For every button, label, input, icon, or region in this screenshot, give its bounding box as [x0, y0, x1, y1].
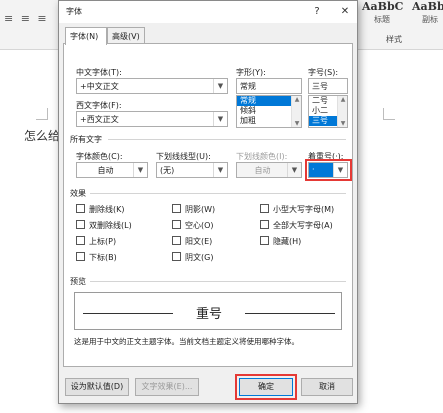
scroll-down-icon[interactable]: ▼ [338, 120, 347, 127]
font-dialog: 字体 ? ✕ 字体(N) 高级(V) 中文字体(T): +中文正文 ▼ 西文字体… [58, 0, 358, 404]
font-size-input[interactable]: 三号 [308, 78, 348, 94]
close-button[interactable]: ✕ [337, 4, 353, 19]
superscript-checkbox[interactable]: 上标(P) [76, 236, 116, 247]
ok-highlight [235, 374, 297, 400]
style-label-heading: 标题 [374, 15, 390, 24]
scroll-up-icon[interactable]: ▲ [292, 96, 301, 103]
set-default-button[interactable]: 设为默认值(D) [65, 378, 129, 396]
underline-style-label: 下划线线型(U): [156, 152, 211, 161]
strikethrough-checkbox[interactable]: 删除线(K) [76, 204, 125, 215]
font-style-input[interactable]: 常规 [236, 78, 302, 94]
cancel-button[interactable]: 取消 [301, 378, 353, 396]
ribbon-group-styles-label: 样式 [386, 35, 402, 44]
font-size-scrollbar[interactable]: ▲ ▼ [337, 96, 347, 127]
chevron-down-icon[interactable]: ▼ [213, 163, 227, 177]
font-style-label: 字形(Y): [236, 68, 266, 77]
style-sample-heading[interactable]: AaBbC [362, 0, 403, 13]
small-caps-checkbox[interactable]: 小型大写字母(M) [260, 204, 334, 215]
underline-color-value: 自动 [254, 166, 271, 175]
western-font-value: +西文正文 [80, 115, 119, 124]
font-style-scrollbar[interactable]: ▲ ▼ [291, 96, 301, 127]
font-style-list[interactable]: 常规 倾斜 加粗 ▲ ▼ [236, 95, 302, 128]
all-text-section-label: 所有文字 [70, 135, 102, 144]
font-style-value: 常规 [240, 82, 256, 91]
double-strikethrough-checkbox[interactable]: 双删除线(L) [76, 220, 132, 231]
font-size-label: 字号(S): [308, 68, 339, 77]
chevron-down-icon[interactable]: ▼ [133, 163, 147, 177]
chevron-down-icon[interactable]: ▼ [213, 112, 227, 126]
style-label-subtitle: 副标 [422, 15, 438, 24]
margin-mark-right [383, 108, 395, 120]
outline-checkbox[interactable]: 空心(O) [172, 220, 214, 231]
style-gallery[interactable]: AaBbC AaBb 标题 副标 [362, 0, 443, 40]
western-font-label: 西文字体(F): [76, 101, 122, 110]
preview-description: 这是用于中文的正文主题字体。当前文档主题定义将使用哪种字体。 [74, 337, 299, 346]
engrave-checkbox[interactable]: 阴文(G) [172, 252, 213, 263]
font-tab-panel: 中文字体(T): +中文正文 ▼ 西文字体(F): +西文正文 ▼ 字形(Y):… [63, 43, 353, 367]
effects-section-label: 效果 [70, 189, 86, 198]
chinese-font-label: 中文字体(T): [76, 68, 122, 77]
font-size-value: 三号 [312, 82, 328, 91]
style-sample-subtitle[interactable]: AaBb [412, 0, 443, 13]
underline-color-label: 下划线颜色(I): [236, 152, 288, 161]
western-font-combo[interactable]: +西文正文 ▼ [76, 111, 228, 127]
preview-section-label: 预览 [70, 277, 86, 286]
section-divider [90, 193, 346, 194]
document-text: 怎么给 [24, 129, 61, 143]
text-effects-button[interactable]: 文字效果(E)... [135, 378, 199, 396]
scroll-down-icon[interactable]: ▼ [292, 120, 301, 127]
emboss-checkbox[interactable]: 阳文(E) [172, 236, 212, 247]
preview-box: 重号 [74, 292, 342, 330]
underline-color-combo[interactable]: 自动 ▼ [236, 162, 302, 178]
font-color-value: 自动 [97, 166, 114, 175]
section-divider [90, 281, 346, 282]
margin-mark-left [36, 108, 48, 120]
dialog-title-bar[interactable]: 字体 ? ✕ [59, 1, 357, 23]
tab-advanced[interactable]: 高级(V) [107, 27, 145, 44]
section-divider [108, 139, 346, 140]
underline-style-value: (无) [160, 166, 175, 175]
chinese-font-combo[interactable]: +中文正文 ▼ [76, 78, 228, 94]
subscript-checkbox[interactable]: 下标(B) [76, 252, 117, 263]
underline-style-combo[interactable]: (无) ▼ [156, 162, 228, 178]
preview-sample-text: 重号 [195, 307, 222, 322]
shadow-checkbox[interactable]: 阴影(W) [172, 204, 215, 215]
chevron-down-icon[interactable]: ▼ [213, 79, 227, 93]
dialog-title: 字体 [66, 7, 82, 16]
font-color-combo[interactable]: 自动 ▼ [76, 162, 148, 178]
chinese-font-value: +中文正文 [80, 82, 119, 91]
help-button[interactable]: ? [309, 4, 325, 19]
all-caps-checkbox[interactable]: 全部大写字母(A) [260, 220, 333, 231]
tab-font[interactable]: 字体(N) [65, 27, 107, 45]
emphasis-highlight [305, 159, 352, 181]
font-color-label: 字体颜色(C): [76, 152, 123, 161]
hidden-checkbox[interactable]: 隐藏(H) [260, 236, 301, 247]
chevron-down-icon[interactable]: ▼ [287, 163, 301, 177]
scroll-up-icon[interactable]: ▲ [338, 96, 347, 103]
font-size-list[interactable]: 二号 小二 三号 ▲ ▼ [308, 95, 348, 128]
paragraph-align-icons[interactable]: ≡ ≡ ≡ [4, 12, 49, 25]
